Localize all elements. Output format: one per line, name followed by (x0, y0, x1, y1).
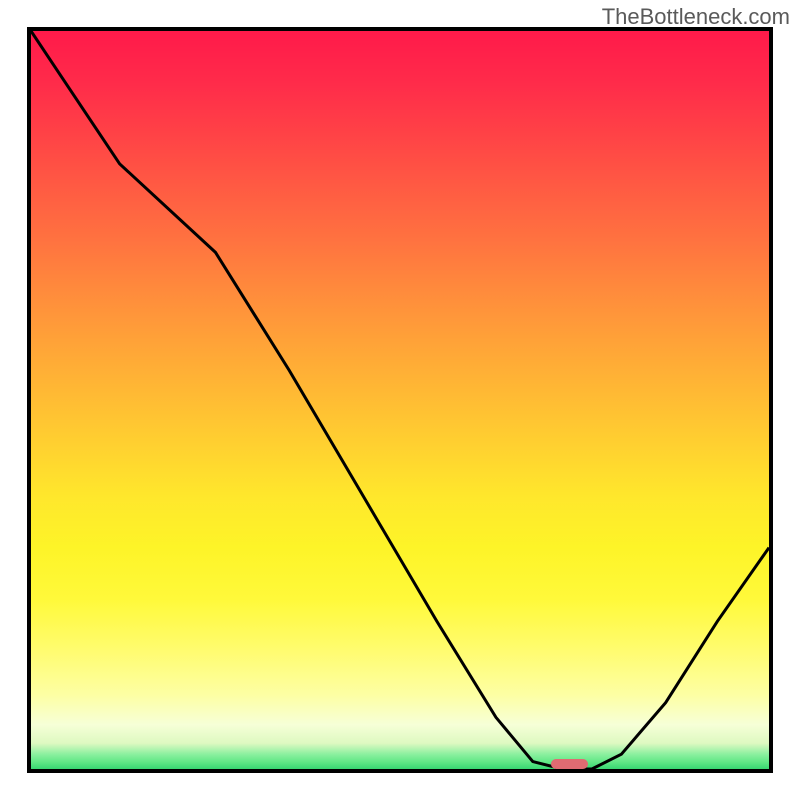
curve-plot (31, 31, 769, 769)
bottleneck-curve-path (31, 31, 769, 769)
chart-frame (27, 27, 773, 773)
optimal-marker (551, 759, 588, 769)
watermark-label: TheBottleneck.com (602, 4, 790, 30)
chart-container: TheBottleneck.com (0, 0, 800, 800)
